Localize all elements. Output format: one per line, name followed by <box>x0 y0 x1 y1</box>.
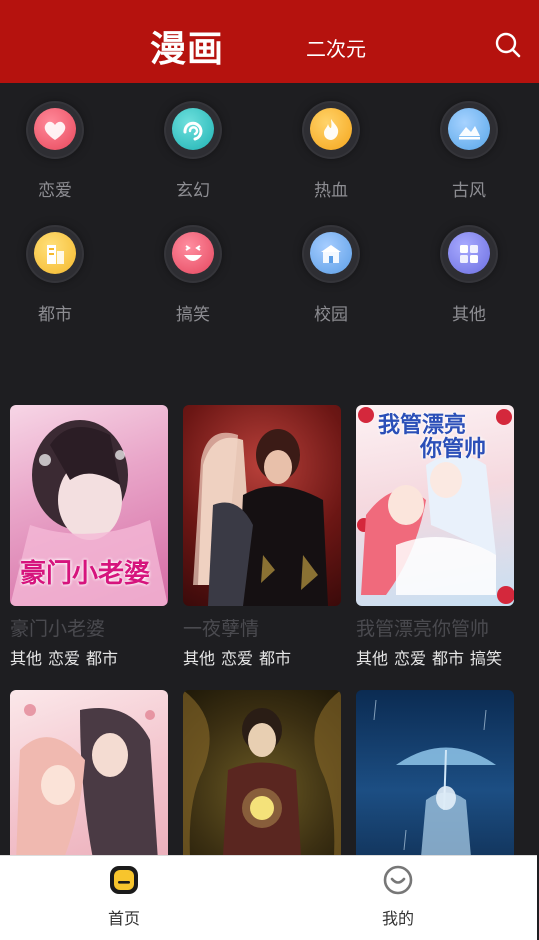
cover-art <box>193 429 328 606</box>
grid-icon <box>460 245 478 263</box>
category-hotblood[interactable]: 热血 <box>286 100 376 210</box>
comic-tag: 其他 <box>10 649 43 668</box>
category-label: 热血 <box>314 181 348 201</box>
category-grid: 恋爱 玄幻 热血 古风 都市 搞笑 校园 其他 <box>0 100 539 340</box>
search-button[interactable] <box>494 31 522 59</box>
category-icon-wrap <box>166 103 220 157</box>
flame-icon <box>324 119 339 140</box>
cover-title-text: 豪门小老婆 <box>20 559 151 589</box>
category-icon-wrap <box>166 227 220 281</box>
comic-tag: 搞笑 <box>470 649 503 668</box>
swirl-icon <box>183 121 203 141</box>
landscape-icon <box>459 126 480 140</box>
comic-title[interactable]: 我管漂亮你管帅 <box>356 614 526 641</box>
category-icon-wrap <box>28 227 82 281</box>
comic-tag: 其他 <box>356 649 389 668</box>
comic-cover[interactable]: 我管漂亮 你管帅 <box>356 405 514 606</box>
comic-tags: 其他 恋爱 都市 <box>183 645 358 669</box>
school-icon <box>321 245 341 263</box>
category-other[interactable]: 其他 <box>424 224 514 334</box>
comic-tags: 其他 恋爱 都市 <box>10 645 185 669</box>
category-icon-wrap <box>28 103 82 157</box>
category-ancient[interactable]: 古风 <box>424 100 514 210</box>
building-icon <box>47 245 64 264</box>
nav-mine[interactable]: 我的 <box>348 856 448 940</box>
category-label: 玄幻 <box>176 181 210 201</box>
tab-comic[interactable]: 漫画 <box>150 20 224 72</box>
category-icon-wrap <box>442 227 496 281</box>
comic-tag: 恋爱 <box>48 649 81 668</box>
category-icon-wrap <box>442 103 496 157</box>
comic-tag: 都市 <box>259 649 292 668</box>
tab-acg[interactable]: 二次元 <box>306 33 366 62</box>
smile-face-icon <box>382 864 414 896</box>
category-fantasy[interactable]: 玄幻 <box>148 100 238 210</box>
home-icon <box>108 864 140 896</box>
category-icon-wrap <box>304 103 358 157</box>
comic-cover[interactable] <box>183 405 341 606</box>
category-label: 其他 <box>452 305 486 325</box>
comic-tag: 其他 <box>183 649 216 668</box>
comic-tags: 其他 恋爱 都市 搞笑 <box>356 645 531 669</box>
comic-tag: 恋爱 <box>221 649 254 668</box>
category-label: 校园 <box>314 305 348 325</box>
category-urban[interactable]: 都市 <box>10 224 100 334</box>
comic-tag: 都市 <box>86 649 119 668</box>
category-label: 恋爱 <box>38 181 72 201</box>
comic-title[interactable]: 一夜孽情 <box>183 614 353 641</box>
heart-icon <box>44 121 66 140</box>
comic-cover[interactable]: 豪门小老婆 <box>10 405 168 606</box>
top-header: 漫画 二次元 <box>0 0 539 83</box>
nav-home[interactable]: 首页 <box>74 856 174 940</box>
laugh-face-icon <box>184 245 202 261</box>
category-campus[interactable]: 校园 <box>286 224 376 334</box>
category-label: 都市 <box>38 305 72 325</box>
category-label: 古风 <box>452 181 486 201</box>
comic-tag: 恋爱 <box>394 649 427 668</box>
search-icon <box>495 32 521 58</box>
bottom-nav: 首页 我的 <box>0 855 537 940</box>
category-funny[interactable]: 搞笑 <box>148 224 238 334</box>
cover-title-text: 你管帅 <box>420 436 487 462</box>
category-love[interactable]: 恋爱 <box>10 100 100 210</box>
comic-tag: 都市 <box>432 649 465 668</box>
nav-mine-label: 我的 <box>381 909 414 928</box>
nav-home-label: 首页 <box>107 909 140 928</box>
category-icon-wrap <box>304 227 358 281</box>
category-label: 搞笑 <box>176 305 210 325</box>
comic-title[interactable]: 豪门小老婆 <box>10 614 180 641</box>
